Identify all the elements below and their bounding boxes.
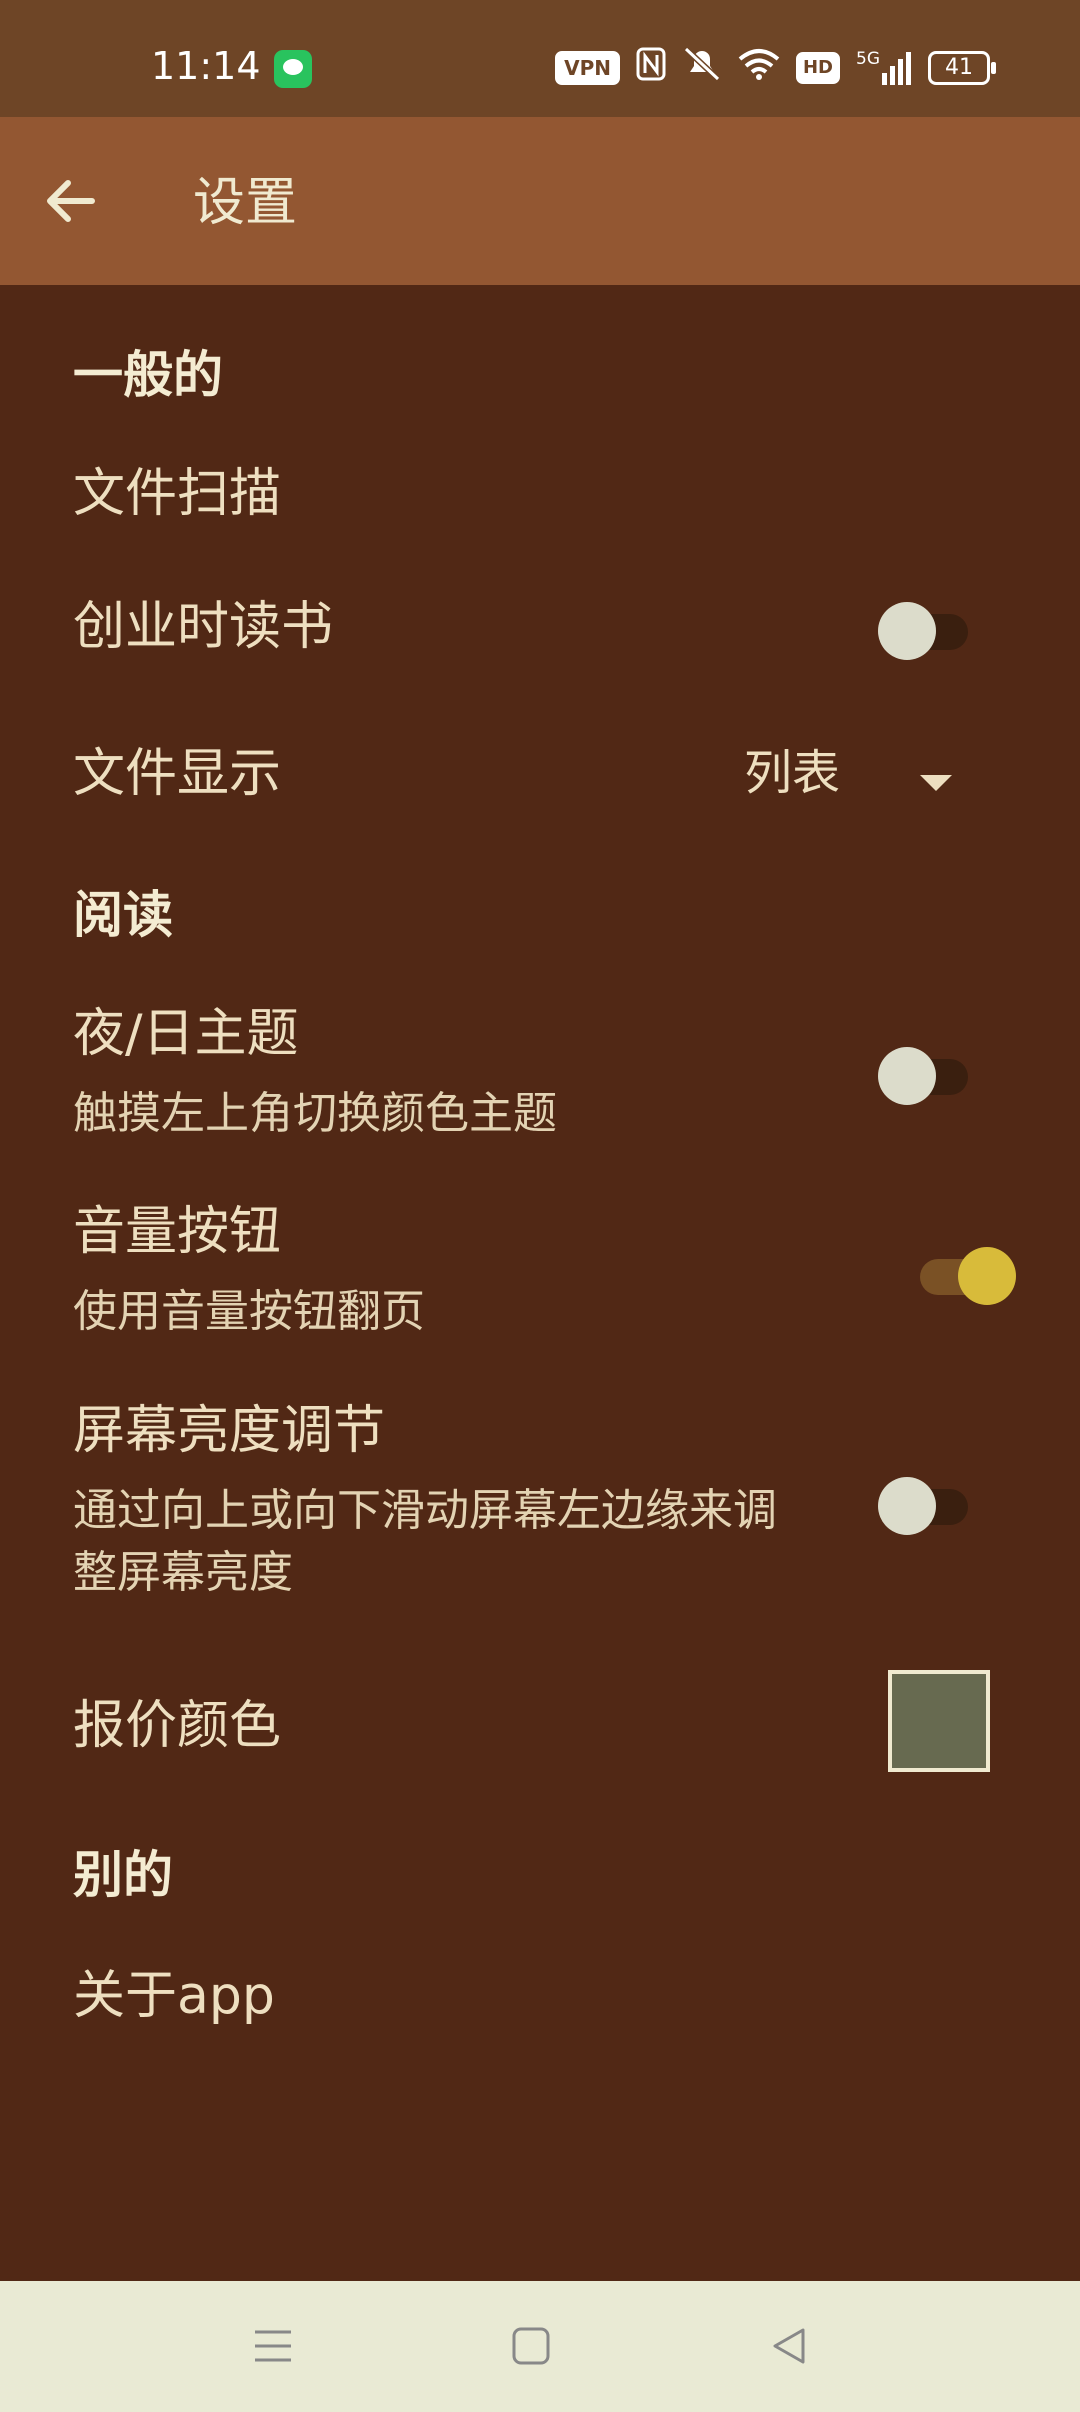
file-display-value: 列表 — [744, 745, 841, 801]
night-day-theme-subtitle: 触摸左上角切换颜色主题 — [73, 1088, 557, 1139]
section-header-other: 别的 — [73, 1846, 173, 1904]
nfc-icon — [636, 47, 666, 90]
file-display-label: 文件显示 — [73, 744, 282, 804]
app-bar: 设置 — [0, 117, 1080, 285]
vpn-badge: VPN — [555, 51, 620, 85]
brightness-subtitle-line1: 通过向上或向下滑动屏幕左边缘来调 — [73, 1485, 777, 1536]
volume-buttons-label: 音量按钮 — [73, 1202, 282, 1262]
wifi-icon — [738, 47, 780, 90]
nav-home-button[interactable] — [486, 2301, 576, 2391]
brightness-switch[interactable] — [878, 1471, 978, 1535]
mute-icon — [682, 46, 722, 91]
section-header-general: 一般的 — [73, 346, 223, 404]
arrow-left-icon — [47, 180, 95, 222]
price-color-swatch[interactable] — [888, 1670, 990, 1772]
read-on-launch-switch[interactable] — [878, 596, 978, 660]
volume-buttons-switch[interactable] — [900, 1241, 1016, 1305]
chevron-down-icon — [920, 775, 952, 791]
page-title: 设置 — [193, 173, 298, 233]
network-type: 5G — [856, 49, 880, 69]
switch-thumb — [878, 1047, 936, 1105]
status-bar: 11:14 VPN HD 5G 41 — [0, 0, 1080, 117]
back-triangle-icon — [773, 2328, 805, 2364]
menu-icon — [255, 2330, 291, 2362]
system-nav-bar — [0, 2281, 1080, 2412]
night-day-theme-label: 夜/日主题 — [73, 1004, 299, 1064]
read-on-launch-label: 创业时读书 — [73, 597, 334, 657]
switch-thumb — [958, 1247, 1016, 1305]
file-scan-item[interactable]: 文件扫描 — [73, 463, 281, 525]
brightness-label: 屏幕亮度调节 — [73, 1401, 386, 1461]
back-button[interactable] — [30, 161, 110, 241]
home-icon — [512, 2327, 550, 2365]
section-header-reading: 阅读 — [73, 886, 173, 944]
battery-icon: 41 — [928, 51, 996, 85]
night-day-theme-switch[interactable] — [878, 1041, 978, 1105]
nav-menu-button[interactable] — [228, 2301, 318, 2391]
status-time: 11:14 — [151, 44, 261, 88]
wechat-notification-icon — [274, 50, 312, 88]
about-app-item[interactable]: 关于app — [73, 1965, 275, 2027]
signal-icon: 5G — [856, 51, 912, 85]
volume-buttons-subtitle: 使用音量按钮翻页 — [73, 1286, 425, 1337]
switch-thumb — [878, 602, 936, 660]
nav-back-button[interactable] — [744, 2301, 834, 2391]
hd-badge: HD — [795, 52, 840, 84]
brightness-subtitle-line2: 整屏幕亮度 — [73, 1547, 293, 1598]
status-icons: VPN HD 5G 41 — [555, 46, 996, 91]
switch-thumb — [878, 1477, 936, 1535]
settings-list: 一般的 文件扫描 创业时读书 文件显示 列表 阅读 夜/日主题 触摸左上角切换颜… — [0, 285, 1080, 2281]
price-color-label: 报价颜色 — [73, 1696, 282, 1756]
